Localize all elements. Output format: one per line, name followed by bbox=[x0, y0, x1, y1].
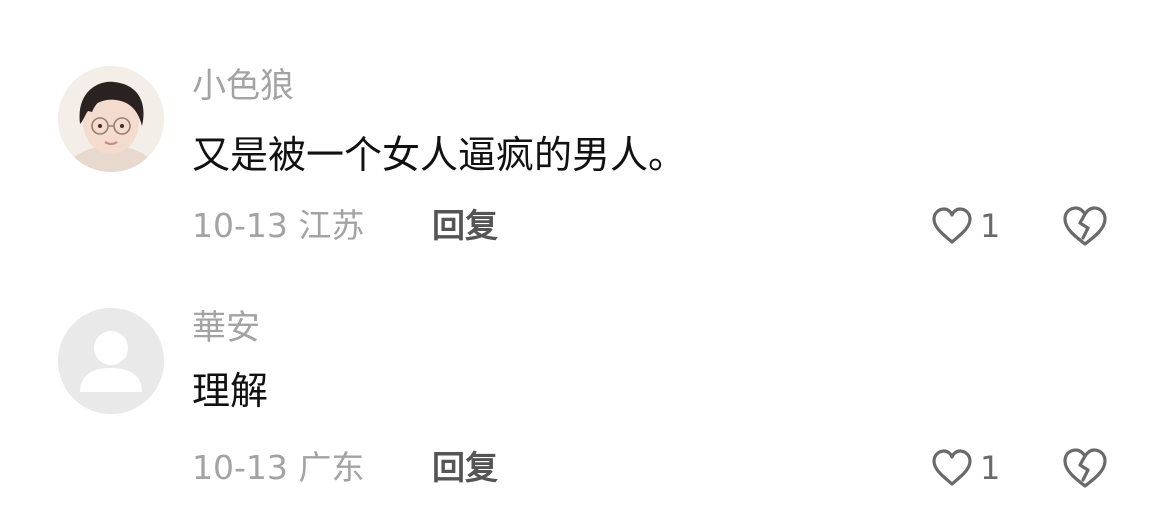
comment-item: 小色狼 又是被一个女人逼疯的男人。 10-13 江苏 回复 1 bbox=[0, 0, 1170, 260]
reply-button[interactable]: 回复 bbox=[432, 448, 498, 488]
user-photo-avatar-icon bbox=[58, 66, 164, 172]
comment-text: 理解 bbox=[192, 369, 269, 413]
avatar[interactable] bbox=[58, 66, 164, 172]
username[interactable]: 小色狼 bbox=[192, 66, 294, 106]
dislike-button[interactable] bbox=[1060, 204, 1110, 248]
comment-location: 广东 bbox=[298, 448, 365, 487]
avatar[interactable] bbox=[58, 308, 164, 414]
username[interactable]: 華安 bbox=[192, 308, 260, 348]
heart-outline-icon bbox=[932, 449, 972, 486]
comment-location: 江苏 bbox=[298, 206, 365, 245]
comment-text: 又是被一个女人逼疯的男人。 bbox=[192, 133, 687, 177]
comment-date: 10-13 bbox=[192, 448, 288, 487]
default-avatar-icon bbox=[58, 308, 164, 414]
comment-meta: 10-13 江苏 bbox=[192, 206, 364, 246]
like-count: 1 bbox=[980, 449, 1001, 487]
broken-heart-icon bbox=[1063, 206, 1107, 246]
heart-outline-icon bbox=[932, 207, 972, 244]
like-button[interactable]: 1 bbox=[930, 446, 1000, 490]
like-button[interactable]: 1 bbox=[930, 204, 1000, 248]
comment-meta: 10-13 广东 bbox=[192, 448, 364, 488]
broken-heart-icon bbox=[1063, 448, 1107, 488]
like-count: 1 bbox=[980, 207, 1001, 245]
dislike-button[interactable] bbox=[1060, 446, 1110, 490]
reply-button[interactable]: 回复 bbox=[432, 206, 498, 246]
comment-date: 10-13 bbox=[192, 206, 288, 245]
comment-item: 華安 理解 10-13 广东 回复 1 bbox=[0, 260, 1170, 519]
